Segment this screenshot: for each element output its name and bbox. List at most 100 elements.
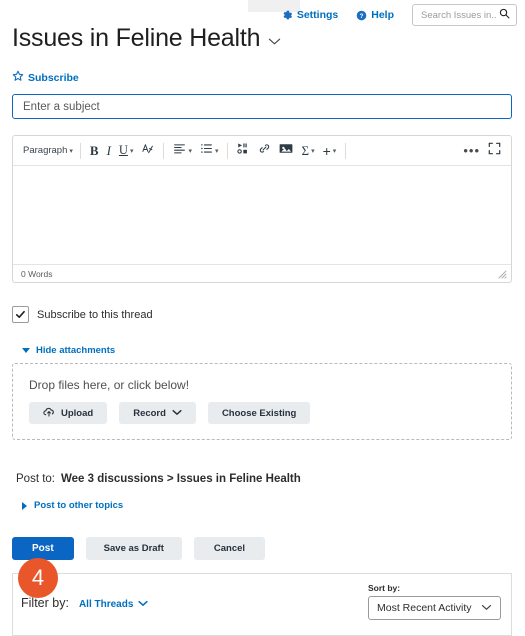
chevron-down-icon: ▾: [129, 147, 134, 155]
save-as-draft-button[interactable]: Save as Draft: [85, 537, 182, 560]
image-button[interactable]: [275, 140, 297, 162]
post-to-label: Post to:: [16, 473, 55, 485]
caret-right-icon: [22, 501, 27, 510]
equation-button[interactable]: Σ ▾: [297, 140, 318, 162]
subscribe-thread-label: Subscribe to this thread: [37, 308, 153, 321]
chevron-down-icon: ▾: [188, 147, 192, 155]
chevron-down-icon: ▾: [311, 147, 315, 155]
editor-footer: 0 Words: [13, 264, 511, 282]
media-button[interactable]: [233, 140, 254, 162]
hide-attachments-label: Hide attachments: [36, 345, 116, 356]
list-button[interactable]: ▾: [196, 140, 223, 162]
media-icon: [237, 142, 250, 160]
upload-button[interactable]: Upload: [29, 402, 108, 424]
settings-label: Settings: [296, 9, 339, 21]
clear-formatting-button[interactable]: [137, 140, 158, 162]
star-icon: [12, 70, 24, 85]
bulleted-list-icon: [200, 142, 213, 160]
expand-icon: [488, 142, 501, 160]
toolbar-divider: [227, 142, 229, 159]
toolbar-divider: [163, 142, 165, 159]
chevron-down-icon: ▾: [214, 147, 219, 155]
search-box[interactable]: [412, 4, 517, 26]
action-button-row: Post Save as Draft Cancel: [12, 537, 266, 560]
filter-by-label: Filter by:: [21, 596, 69, 610]
filter-by-dropdown[interactable]: All Threads: [78, 599, 149, 610]
svg-text:?: ?: [360, 12, 364, 19]
help-label: Help: [371, 9, 394, 21]
hide-attachments-toggle[interactable]: Hide attachments: [22, 345, 115, 356]
link-button[interactable]: [254, 140, 275, 162]
sort-by-value: Most Recent Activity: [377, 602, 472, 614]
italic-icon: I: [106, 142, 111, 158]
upload-cloud-icon: [43, 406, 55, 421]
paragraph-style-label: Paragraph: [23, 145, 68, 156]
editor-toolbar: Paragraph ▾ B I U ▾ ▾ ▾ Σ ▾ + ▾ •••: [13, 136, 511, 166]
chevron-down-icon: ▾: [69, 147, 73, 155]
sort-by-group: Sort by: Most Recent Activity: [368, 583, 501, 620]
cancel-button[interactable]: Cancel: [193, 537, 266, 560]
link-icon: [258, 142, 271, 160]
toolbar-divider: [79, 142, 81, 159]
insert-more-button[interactable]: + ▾: [319, 140, 341, 162]
subject-field[interactable]: [12, 94, 512, 119]
sort-by-label: Sort by:: [368, 583, 401, 593]
align-button[interactable]: ▾: [169, 140, 196, 162]
step-badge: 4: [18, 558, 58, 598]
sort-by-select[interactable]: Most Recent Activity: [368, 596, 501, 620]
attachment-button-row: Upload Record Choose Existing: [29, 402, 495, 424]
clear-formatting-icon: [141, 142, 154, 160]
page-title: Issues in Feline Health: [12, 24, 261, 52]
help-link[interactable]: ? Help: [356, 9, 394, 21]
chevron-down-icon: [138, 599, 149, 610]
italic-button[interactable]: I: [103, 140, 115, 162]
subscribe-link[interactable]: Subscribe: [12, 70, 79, 85]
post-to-other-topics-toggle[interactable]: Post to other topics: [22, 500, 123, 511]
choose-existing-label: Choose Existing: [221, 407, 297, 419]
choose-existing-button[interactable]: Choose Existing: [207, 402, 311, 424]
post-to-path: Wee 3 discussions > Issues in Feline Hea…: [61, 473, 301, 485]
subscribe-thread-row[interactable]: Subscribe to this thread: [12, 306, 153, 323]
rich-text-editor: Paragraph ▾ B I U ▾ ▾ ▾ Σ ▾ + ▾ ••• 0 Wo…: [12, 135, 512, 283]
search-input[interactable]: [419, 8, 499, 22]
filter-by-group: Filter by: All Threads: [21, 596, 149, 610]
bold-icon: B: [89, 142, 99, 158]
paragraph-style-dropdown[interactable]: Paragraph ▾: [19, 140, 75, 162]
overflow-menu-button[interactable]: •••: [459, 140, 484, 162]
subject-input[interactable]: [21, 99, 503, 114]
upload-label: Upload: [61, 407, 94, 419]
bold-button[interactable]: B: [86, 140, 103, 162]
subscribe-label: Subscribe: [28, 71, 79, 84]
subscribe-thread-checkbox[interactable]: [12, 306, 29, 323]
word-count: 0 Words: [21, 268, 53, 279]
post-to-row: Post to: Wee 3 discussions > Issues in F…: [16, 473, 301, 485]
underline-button[interactable]: U ▾: [115, 140, 138, 162]
post-button[interactable]: Post: [12, 537, 74, 560]
chevron-down-icon: [172, 408, 182, 419]
editor-text-area[interactable]: [13, 166, 511, 264]
align-left-icon: [173, 142, 186, 160]
filter-by-value: All Threads: [78, 599, 134, 610]
file-dropzone[interactable]: Drop files here, or click below! Upload …: [12, 363, 512, 440]
sigma-icon: Σ: [301, 142, 310, 158]
record-label: Record: [133, 407, 166, 419]
search-icon[interactable]: [499, 6, 510, 24]
dropzone-text: Drop files here, or click below!: [29, 378, 190, 392]
underline-icon: U: [118, 143, 128, 157]
help-circle-icon: ?: [356, 10, 367, 21]
record-button[interactable]: Record: [119, 402, 196, 424]
post-to-other-topics-label: Post to other topics: [34, 500, 124, 511]
page-title-row: Issues in Feline Health: [12, 26, 281, 51]
ellipsis-icon: •••: [463, 143, 480, 158]
fullscreen-button[interactable]: [484, 140, 505, 162]
chevron-down-icon: [481, 602, 492, 614]
thread-filter-panel: Filter by: All Threads Sort by: Most Rec…: [12, 573, 512, 636]
toolbar-divider: [345, 142, 347, 159]
image-icon: [279, 142, 293, 160]
settings-link[interactable]: Settings: [282, 9, 338, 21]
resize-handle[interactable]: [497, 269, 507, 279]
title-chevron-down-icon[interactable]: [268, 33, 281, 51]
chevron-down-icon: ▾: [332, 147, 337, 155]
plus-icon: +: [322, 142, 331, 159]
gear-icon: [282, 10, 293, 21]
